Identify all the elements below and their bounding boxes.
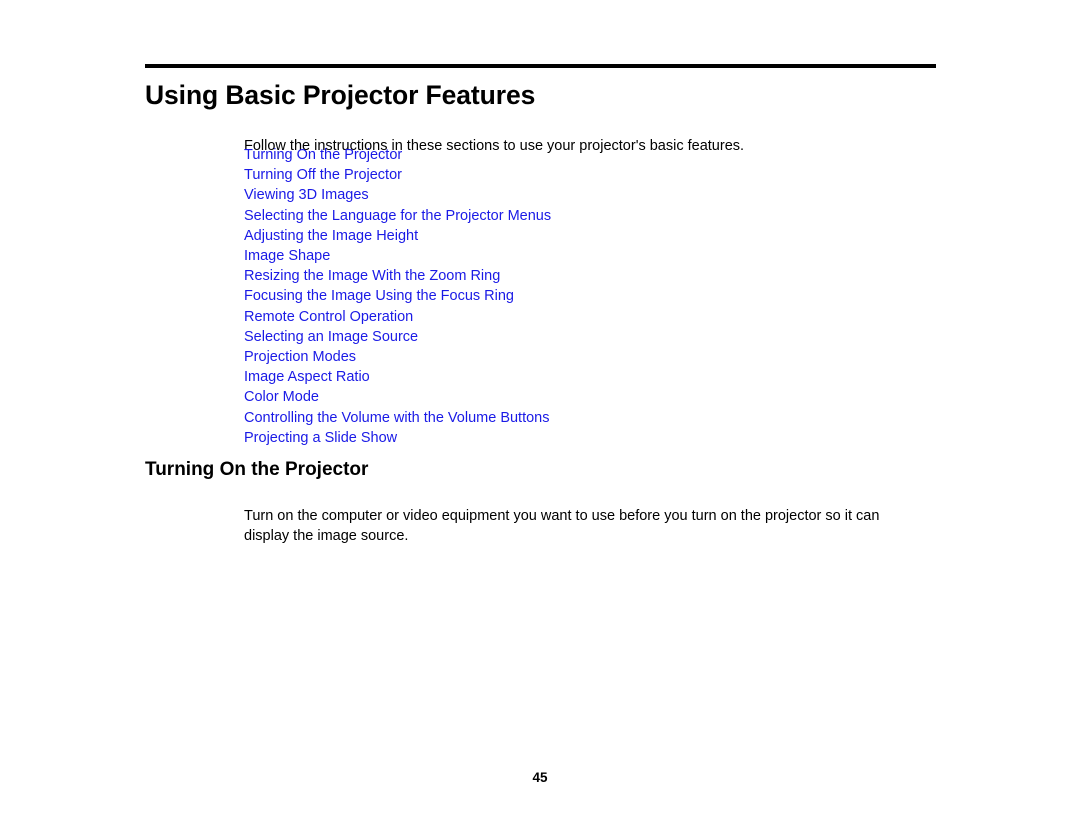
toc-link-adjusting-the-image-height[interactable]: Adjusting the Image Height (244, 228, 418, 244)
toc-link-projecting-a-slide-show[interactable]: Projecting a Slide Show (244, 430, 397, 446)
document-page: Using Basic Projector Features Follow th… (0, 0, 1080, 834)
title-divider-rule (145, 64, 936, 68)
list-item: Adjusting the Image Height (244, 226, 551, 246)
toc-link-controlling-the-volume[interactable]: Controlling the Volume with the Volume B… (244, 410, 549, 426)
list-item: Image Shape (244, 246, 551, 266)
toc-link-projection-modes[interactable]: Projection Modes (244, 349, 356, 365)
toc-link-resizing-the-image[interactable]: Resizing the Image With the Zoom Ring (244, 268, 500, 284)
toc-link-turning-on-the-projector[interactable]: Turning On the Projector (244, 147, 402, 163)
list-item: Selecting an Image Source (244, 327, 551, 347)
list-item: Controlling the Volume with the Volume B… (244, 408, 551, 428)
toc-link-image-aspect-ratio[interactable]: Image Aspect Ratio (244, 369, 370, 385)
list-item: Projecting a Slide Show (244, 428, 551, 448)
toc-link-selecting-an-image-source[interactable]: Selecting an Image Source (244, 329, 418, 345)
toc-link-image-shape[interactable]: Image Shape (244, 248, 330, 264)
list-item: Projection Modes (244, 347, 551, 367)
list-item: Remote Control Operation (244, 307, 551, 327)
section-body-paragraph: Turn on the computer or video equipment … (244, 507, 880, 544)
toc-link-turning-off-the-projector[interactable]: Turning Off the Projector (244, 167, 402, 183)
toc-link-selecting-the-language[interactable]: Selecting the Language for the Projector… (244, 208, 551, 224)
list-item: Viewing 3D Images (244, 185, 551, 205)
list-item: Image Aspect Ratio (244, 367, 551, 387)
toc-link-remote-control-operation[interactable]: Remote Control Operation (244, 309, 413, 325)
list-item: Color Mode (244, 387, 551, 407)
page-number: 45 (532, 770, 548, 785)
table-of-contents-list: Turning On the Projector Turning Off the… (244, 145, 551, 448)
list-item: Focusing the Image Using the Focus Ring (244, 286, 551, 306)
list-item: Selecting the Language for the Projector… (244, 206, 551, 226)
list-item: Turning Off the Projector (244, 165, 551, 185)
toc-link-viewing-3d-images[interactable]: Viewing 3D Images (244, 187, 369, 203)
toc-link-focusing-the-image[interactable]: Focusing the Image Using the Focus Ring (244, 288, 514, 304)
section-heading-turning-on-the-projector: Turning On the Projector (145, 459, 369, 480)
list-item: Resizing the Image With the Zoom Ring (244, 266, 551, 286)
list-item: Turning On the Projector (244, 145, 551, 165)
page-title: Using Basic Projector Features (145, 80, 536, 110)
toc-link-color-mode[interactable]: Color Mode (244, 389, 319, 405)
